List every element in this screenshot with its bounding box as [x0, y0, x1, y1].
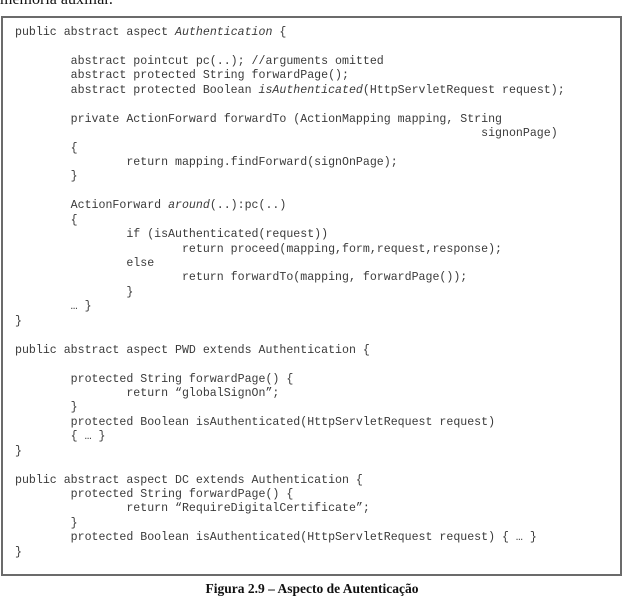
- code-line: return “globalSignOn”;: [15, 387, 565, 401]
- code-text: abstract pointcut pc(..); //arguments om…: [15, 54, 384, 68]
- code-text: }: [15, 545, 22, 559]
- code-text: public abstract aspect: [15, 26, 176, 39]
- code-line: { … }: [15, 430, 565, 444]
- code-line: ActionForward around(..):pc(..): [15, 199, 565, 213]
- code-listing: public abstract aspect Authentication { …: [15, 26, 565, 560]
- code-listing-box: public abstract aspect Authentication { …: [1, 16, 622, 576]
- code-text: protected String forwardPage() {: [15, 488, 294, 501]
- code-text: private ActionForward forwardTo (ActionM…: [15, 112, 503, 126]
- code-line: else: [15, 257, 565, 271]
- code-text: {: [15, 141, 78, 155]
- code-line: }: [15, 315, 565, 329]
- code-line: private ActionForward forwardTo (ActionM…: [15, 113, 565, 127]
- code-text: ActionForward: [15, 199, 169, 213]
- code-text: else: [15, 257, 155, 270]
- figure-caption: Figura 2.9 – Aspecto de Autenticação: [205, 581, 419, 596]
- code-text: {: [272, 26, 287, 39]
- code-identifier-italic: around: [168, 199, 210, 213]
- code-line: abstract pointcut pc(..); //arguments om…: [15, 55, 565, 69]
- code-line: return mapping.findForward(signOnPage);: [15, 156, 565, 170]
- code-line: protected Boolean isAuthenticated(HttpSe…: [15, 416, 565, 430]
- code-line: }: [15, 286, 565, 300]
- code-text: return “RequireDigitalCertificate”;: [15, 502, 370, 516]
- code-text: }: [15, 401, 78, 415]
- code-text: }: [15, 314, 22, 328]
- code-line: public abstract aspect PWD extends Authe…: [15, 344, 565, 358]
- code-text: return “globalSignOn”;: [15, 386, 280, 400]
- code-text: protected Boolean isAuthenticated(HttpSe…: [15, 415, 496, 429]
- code-text: abstract protected String forwardPage();: [15, 69, 349, 83]
- code-text: protected Boolean isAuthenticated(HttpSe…: [15, 531, 537, 545]
- code-text: signonPage): [15, 127, 558, 141]
- code-line: … }: [15, 300, 565, 314]
- code-text: return proceed(mapping,form,request,resp…: [15, 242, 503, 256]
- code-line: return “RequireDigitalCertificate”;: [15, 502, 565, 516]
- code-line: protected String forwardPage() {: [15, 488, 565, 502]
- code-line: }: [15, 445, 565, 459]
- code-text: }: [15, 516, 78, 530]
- code-text: }: [15, 285, 134, 299]
- code-text: {: [15, 213, 78, 227]
- code-text: return mapping.findForward(signOnPage);: [15, 155, 398, 169]
- code-identifier-italic: isAuthenticated: [258, 83, 363, 97]
- code-text: abstract protected Boolean: [15, 83, 259, 97]
- code-text: return forwardTo(mapping, forwardPage())…: [15, 271, 468, 285]
- code-line: {: [15, 142, 565, 156]
- code-text: (HttpServletRequest request);: [362, 83, 565, 97]
- code-text: protected String forwardPage() {: [15, 372, 294, 386]
- code-text: public abstract aspect DC extends Authen…: [15, 473, 363, 487]
- code-line: return proceed(mapping,form,request,resp…: [15, 243, 565, 257]
- code-line: {: [15, 214, 565, 228]
- code-text: }: [15, 444, 22, 458]
- code-text: public abstract aspect PWD extends Authe…: [15, 343, 370, 357]
- code-text: }: [15, 170, 78, 184]
- code-line: }: [15, 517, 565, 531]
- code-text: { … }: [15, 430, 106, 444]
- code-line: signonPage): [15, 127, 565, 141]
- code-line: return forwardTo(mapping, forwardPage())…: [15, 271, 565, 285]
- code-text: if (isAuthenticated(request)): [15, 228, 329, 242]
- code-line: }: [15, 401, 565, 415]
- code-identifier-italic: Authentication: [175, 26, 273, 39]
- code-line: public abstract aspect Authentication {: [15, 26, 565, 40]
- code-line: abstract protected String forwardPage();: [15, 69, 565, 83]
- code-line: protected Boolean isAuthenticated(HttpSe…: [15, 531, 565, 545]
- code-text: (..):pc(..): [209, 199, 287, 213]
- code-line: }: [15, 170, 565, 184]
- code-line: }: [15, 546, 565, 560]
- preceding-paragraph-text: memória auxiliar.: [0, 0, 113, 9]
- code-text: … }: [15, 300, 92, 314]
- code-line: if (isAuthenticated(request)): [15, 228, 565, 242]
- code-line: protected String forwardPage() {: [15, 373, 565, 387]
- code-line: abstract protected Boolean isAuthenticat…: [15, 84, 565, 98]
- code-line: public abstract aspect DC extends Authen…: [15, 474, 565, 488]
